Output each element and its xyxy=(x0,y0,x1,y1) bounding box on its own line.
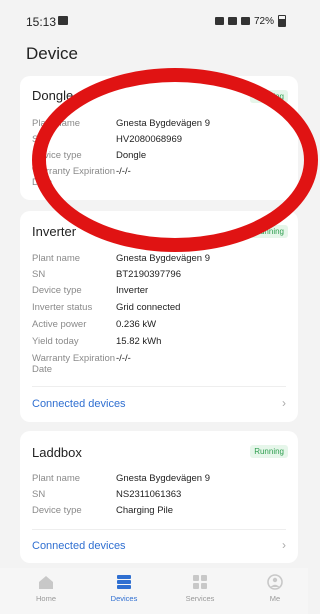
row-label: Device type xyxy=(32,505,82,516)
row-label: Warranty Expiration Date xyxy=(32,166,116,188)
connected-devices-link[interactable]: Connected devices xyxy=(32,398,126,410)
tab-home[interactable]: Home xyxy=(16,574,76,603)
inverter-card[interactable]: Inverter Running Plant name Gnesta Bygde… xyxy=(20,211,298,422)
tab-services[interactable]: Services xyxy=(170,574,230,603)
divider xyxy=(32,386,286,387)
row-label: Plant name xyxy=(32,118,81,129)
devices-icon xyxy=(117,575,131,589)
bottom-tab-bar: Home Devices Services Me xyxy=(0,568,308,614)
card-title: Inverter xyxy=(32,224,77,239)
row-value: Gnesta Bygdevägen 9 xyxy=(116,118,211,129)
row-value: NS2311061363 xyxy=(116,489,182,500)
row-label: SN xyxy=(32,134,46,145)
divider xyxy=(32,529,286,530)
user-icon xyxy=(267,574,283,590)
battery-icon xyxy=(278,15,286,27)
row-value: BT2190397796 xyxy=(116,269,181,280)
page-title: Device xyxy=(26,44,78,63)
row-value: -/-/- xyxy=(116,353,131,364)
row-value: Dongle xyxy=(116,150,147,161)
row-label: Inverter status xyxy=(32,302,93,313)
row-value: -/-/- xyxy=(116,166,131,177)
status-bar: 15:13 72% xyxy=(0,0,308,30)
row-label: SN xyxy=(32,269,46,280)
row-label: Plant name xyxy=(32,473,81,484)
connected-devices-link[interactable]: Connected devices xyxy=(32,540,126,552)
status-badge: Running xyxy=(250,90,288,103)
row-label: Device type xyxy=(32,285,82,296)
wifi-icon xyxy=(227,17,237,25)
battery-level: 72% xyxy=(253,15,274,27)
tab-label: Services xyxy=(185,594,215,603)
image-icon xyxy=(214,17,224,25)
status-time: 15:13 xyxy=(26,15,57,29)
status-right: 72% xyxy=(214,15,286,27)
row-value: 15.82 kWh xyxy=(116,336,162,347)
notification-icon xyxy=(58,16,68,25)
status-badge: Running xyxy=(250,445,288,458)
row-label: Plant name xyxy=(32,253,81,264)
dongle-card[interactable]: Dongle Running Plant name Gnesta Bygdevä… xyxy=(20,76,298,200)
card-title: Dongle xyxy=(32,88,74,103)
row-label: Device type xyxy=(32,150,82,161)
laddbox-card[interactable]: Laddbox Running Plant name Gnesta Bygdev… xyxy=(20,431,298,563)
row-label: Yield today xyxy=(32,336,79,347)
row-value: 0.236 kW xyxy=(116,319,157,330)
row-value: Inverter xyxy=(116,285,149,296)
signal-icon xyxy=(240,17,250,25)
row-value: Gnesta Bygdevägen 9 xyxy=(116,473,211,484)
chevron-right-icon[interactable]: › xyxy=(282,538,286,552)
row-value: Grid connected xyxy=(116,302,181,313)
chevron-right-icon[interactable]: › xyxy=(282,396,286,410)
row-value: Gnesta Bygdevägen 9 xyxy=(116,253,211,264)
row-label: SN xyxy=(32,489,46,500)
card-title: Laddbox xyxy=(32,445,82,460)
row-label: Warranty Expiration Date xyxy=(32,353,116,375)
row-label: Active power xyxy=(32,319,87,330)
status-badge: Running xyxy=(250,225,288,238)
tab-devices[interactable]: Devices xyxy=(94,574,154,603)
services-icon xyxy=(193,575,207,589)
tab-label: Me xyxy=(269,594,281,603)
tab-label: Home xyxy=(35,594,56,603)
tab-label: Devices xyxy=(110,594,138,603)
home-icon xyxy=(39,576,53,589)
tab-me[interactable]: Me xyxy=(245,574,305,603)
row-value: HV2080068969 xyxy=(116,134,183,145)
row-value: Charging Pile xyxy=(116,505,174,516)
